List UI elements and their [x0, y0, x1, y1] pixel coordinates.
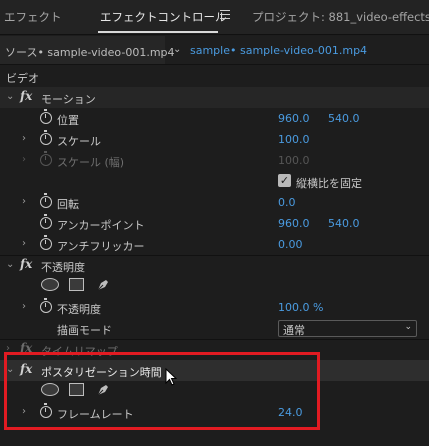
fx-icon[interactable]: fx [20, 341, 32, 355]
panel-menu-icon[interactable] [220, 10, 230, 20]
property-label: 位置 [57, 114, 79, 127]
chevron-right-icon[interactable]: › [22, 196, 26, 207]
effect-header-posterize-time[interactable]: ⌄ fx ポスタリゼーション時間 [0, 360, 429, 381]
stopwatch-icon[interactable] [40, 130, 52, 145]
fx-icon[interactable]: fx [20, 89, 32, 103]
property-label: アンチフリッカー [57, 240, 145, 253]
anti-flicker-value[interactable]: 0.00 [278, 238, 303, 251]
video-section-header: ビデオ [0, 66, 429, 87]
anchor-y-value[interactable]: 540.0 [328, 217, 360, 230]
chevron-down-icon[interactable]: ⌄ [6, 259, 14, 270]
mask-tools-row [0, 276, 429, 297]
scale-width-value: 100.0 [278, 154, 310, 167]
chevron-down-icon[interactable]: ⌄ [6, 91, 14, 102]
effect-header-opacity[interactable]: ⌄ fx 不透明度 [0, 255, 429, 276]
chevron-right-icon[interactable]: › [22, 406, 26, 417]
tab-effect-controls[interactable]: エフェクトコントロール [100, 9, 227, 25]
chevron-right-icon[interactable]: › [22, 301, 26, 312]
property-label: 描画モード [57, 324, 112, 337]
ellipse-mask-icon[interactable] [41, 278, 59, 291]
property-row-opacity: › 不透明度 100.0 % [0, 297, 429, 318]
chevron-right-icon[interactable]: › [6, 343, 10, 354]
position-y-value[interactable]: 540.0 [328, 112, 360, 125]
stopwatch-icon[interactable] [40, 214, 52, 229]
property-row-blend-mode: 描画モード 通常 ⌄ [0, 318, 429, 339]
clip-selector-bar: ソース• sample-video-001.mp4 ⌄ sample• samp… [0, 36, 429, 65]
property-row-position: 位置 960.0 540.0 [0, 108, 429, 129]
active-tab-underline [98, 31, 218, 33]
property-row-anchor-point: アンカーポイント 960.0 540.0 [0, 213, 429, 234]
property-row-scale: › スケール 100.0 [0, 129, 429, 150]
property-row-anti-flicker: › アンチフリッカー 0.00 [0, 234, 429, 255]
ellipse-mask-icon[interactable] [41, 383, 59, 396]
pen-mask-icon[interactable] [95, 277, 111, 293]
property-row-frame-rate: › フレームレート 24.0 [0, 402, 429, 423]
video-section-label: ビデオ [6, 72, 39, 85]
property-label: 不透明度 [57, 303, 101, 316]
master-clip-tab[interactable]: ソース• sample-video-001.mp4 [0, 36, 175, 64]
pen-mask-icon[interactable] [95, 382, 111, 398]
chevron-down-icon: ⌄ [404, 322, 412, 332]
opacity-value[interactable]: 100.0 % [278, 301, 323, 314]
stopwatch-icon[interactable] [40, 109, 52, 124]
effect-header-time-remap[interactable]: › fx タイムリマップ [0, 339, 429, 360]
panel-tab-bar: エフェクト エフェクトコントロール プロジェクト: 881_video-effe… [0, 0, 429, 35]
blend-mode-dropdown[interactable]: 通常 ⌄ [278, 320, 417, 337]
stopwatch-icon [40, 151, 52, 166]
property-label: アンカーポイント [57, 219, 145, 232]
uniform-scale-label: 縦横比を固定 [296, 177, 362, 190]
chevron-right-icon[interactable]: › [22, 238, 26, 249]
tab-effects[interactable]: エフェクト [4, 9, 62, 25]
stopwatch-icon[interactable] [40, 235, 52, 250]
anchor-x-value[interactable]: 960.0 [278, 217, 310, 230]
frame-rate-value[interactable]: 24.0 [278, 406, 303, 419]
effect-title: 不透明度 [41, 261, 85, 274]
scale-value[interactable]: 100.0 [278, 133, 310, 146]
effect-header-motion[interactable]: ⌄ fx モーション [0, 87, 429, 108]
master-clip-label: ソース• sample-video-001.mp4 [5, 46, 175, 59]
uniform-scale-checkbox[interactable]: ✓ [278, 174, 291, 187]
property-row-scale-width: › スケール (幅) 100.0 [0, 150, 429, 171]
rectangle-mask-icon[interactable] [69, 383, 84, 396]
property-row-uniform-scale: ✓ 縦横比を固定 [0, 171, 429, 192]
sequence-clip-label[interactable]: sample• sample-video-001.mp4 [190, 44, 367, 57]
fx-icon[interactable]: fx [20, 362, 32, 376]
property-row-rotation: › 回転 0.0 [0, 192, 429, 213]
chevron-down-icon[interactable]: ⌄ [6, 364, 14, 375]
rectangle-mask-icon[interactable] [69, 278, 84, 291]
property-label: スケール [57, 135, 101, 148]
effect-title: モーション [41, 93, 96, 106]
rotation-value[interactable]: 0.0 [278, 196, 296, 209]
position-x-value[interactable]: 960.0 [278, 112, 310, 125]
chevron-right-icon: › [22, 154, 26, 165]
effect-title: ポスタリゼーション時間 [41, 366, 162, 379]
effect-controls-panel: ビデオ ⌄ fx モーション 位置 960.0 540.0 › スケール 100… [0, 66, 429, 446]
mask-tools-row [0, 381, 429, 402]
stopwatch-icon[interactable] [40, 298, 52, 313]
stopwatch-icon[interactable] [40, 193, 52, 208]
mouse-cursor-icon [165, 368, 177, 386]
effect-title: タイムリマップ [41, 345, 118, 358]
property-label: 回転 [57, 198, 79, 211]
property-label: スケール (幅) [57, 156, 125, 169]
blend-mode-value: 通常 [283, 324, 305, 337]
chevron-right-icon[interactable]: › [22, 133, 26, 144]
stopwatch-icon[interactable] [40, 403, 52, 418]
fx-icon[interactable]: fx [20, 257, 32, 271]
chevron-down-icon[interactable]: ⌄ [173, 44, 181, 55]
property-label: フレームレート [57, 408, 134, 421]
tab-project[interactable]: プロジェクト: 881_video-effects-06 [252, 9, 429, 25]
